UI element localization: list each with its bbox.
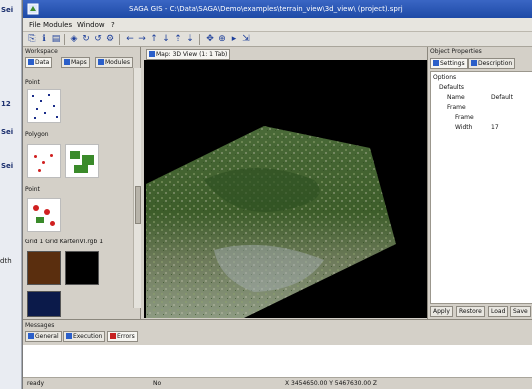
tab-settings[interactable]: Settings [430,58,468,69]
open-icon[interactable]: ⎘ [27,34,37,44]
menu-file[interactable]: File [29,21,41,29]
value-name[interactable]: Default [491,94,513,101]
section-points-2: Point [25,186,40,193]
tree-frame[interactable]: Frame [455,114,474,121]
toolbar: ⎘ ℹ ▤ ◈ ↻ ↺ ⚙ ← → ↑ ↓ ⇡ ⇣ ✥ ⊕ ▸ ⇲ [23,32,532,47]
toolbar-separator [64,34,65,45]
polygon-layer-thumbnail-b[interactable] [65,144,99,178]
toolbar-separator [119,34,120,45]
save-button[interactable]: Save [510,306,531,317]
messages-label: Messages [25,322,55,329]
background-fragment: Sei [1,128,14,136]
background-fragment: Sei [1,162,14,170]
status-bar: ready No X 3454650.00 Y 5467630.00 Z [23,377,532,389]
data-icon [28,59,34,65]
grid-caption: Grid 1 Grid KartenVI.rgb 1 [25,239,104,245]
tab-description[interactable]: Description [468,58,516,69]
terrain-surface[interactable] [144,60,427,318]
error-icon [110,333,116,339]
title-bar[interactable]: SAGA GIS - C:\Data\SAGA\Demo\examples\te… [23,0,532,18]
layer-icon[interactable]: ◈ [69,34,79,44]
menu-bar: File Modules Window ? [23,18,532,32]
execution-icon [66,333,72,339]
arrow-up-icon[interactable]: ↑ [149,34,159,44]
grid-swatch-brown[interactable] [27,251,61,285]
3d-terrain-view[interactable] [144,60,427,318]
workspace-scrollbar[interactable] [133,68,141,308]
scrollbar-thumb[interactable] [135,186,141,224]
tree-width[interactable]: Width [455,124,472,131]
properties-buttons: Apply Restore Load Save [430,306,532,318]
apply-button[interactable]: Apply [430,306,453,317]
general-icon [28,333,34,339]
messages-panel: Messages General Execution Errors [23,319,532,378]
background-width-label: dth [0,257,12,265]
tab-data[interactable]: Data [25,57,53,68]
tree-defaults[interactable]: Defaults [439,84,464,91]
map-icon [149,51,155,57]
redo-icon[interactable]: ↺ [93,34,103,44]
select-icon[interactable]: ⊕ [217,34,227,44]
properties-label: Object Properties [430,48,482,55]
zoom-out-icon[interactable]: ⇣ [185,34,195,44]
saga-main-window: SAGA GIS - C:\Data\SAGA\Demo\examples\te… [22,0,532,389]
tree-frame-group[interactable]: Frame [447,104,466,111]
export-icon[interactable]: ⇲ [241,34,251,44]
restore-button[interactable]: Restore [456,306,485,317]
grid-swatch-black[interactable] [65,251,99,285]
map-tab-bar: Map: 3D View (1: 1 Tab) [142,47,427,60]
module-icon [98,59,104,65]
grid-swatch-navy[interactable] [27,291,61,317]
messages-body[interactable] [23,345,532,378]
table-icon[interactable]: ▤ [51,34,61,44]
background-fragment: 12 [1,100,11,108]
arrow-right-icon[interactable]: → [137,34,147,44]
arrow-down-icon[interactable]: ↓ [161,34,171,44]
app-icon [27,3,39,15]
section-points: Point [25,79,40,86]
object-properties-panel: Object Properties ✕ Settings Description… [427,47,532,319]
info-icon[interactable]: ℹ [39,34,49,44]
menu-window[interactable]: Window [77,21,105,29]
load-button[interactable]: Load [488,306,509,317]
background-fragment: Sei [1,6,14,14]
status-mid: No [153,380,162,387]
settings-icon[interactable]: ⚙ [105,34,115,44]
tree-options[interactable]: Options [433,74,456,81]
polygon-layer-thumbnail-a[interactable] [27,144,61,178]
point-layer-thumbnail-2[interactable] [27,198,61,232]
status-ready: ready [27,380,45,387]
point-layer-thumbnail[interactable] [27,89,61,123]
tab-errors[interactable]: Errors [107,331,138,342]
workspace-label: Workspace [25,48,58,55]
tab-general[interactable]: General [25,331,62,342]
value-width[interactable]: 17 [491,124,499,131]
toolbar-separator [199,34,200,45]
tab-maps[interactable]: Maps [61,57,90,68]
refresh-icon[interactable]: ↻ [81,34,91,44]
map-icon [64,59,70,65]
arrow-left-icon[interactable]: ← [125,34,135,44]
property-grid: Options Defaults Name Default Frame Fram… [430,71,532,304]
description-icon [471,60,477,66]
menu-modules[interactable]: Modules [43,21,72,29]
tab-modules[interactable]: Modules [95,57,133,68]
section-polygons: Polygon [25,131,49,138]
tab-3d-map[interactable]: Map: 3D View (1: 1 Tab) [146,49,231,60]
pan-icon[interactable]: ✥ [205,34,215,44]
background-window: Sei 12 Sei Sei dth [0,0,22,389]
zoom-in-icon[interactable]: ⇡ [173,34,183,44]
tab-execution[interactable]: Execution [63,331,106,342]
status-coordinates: X 3454650.00 Y 5467630.00 Z [285,380,378,387]
workspace-panel: Workspace Data Maps Modules Point Polygo… [23,47,141,319]
settings-icon [433,60,439,66]
menu-help[interactable]: ? [111,21,115,29]
window-title: SAGA GIS - C:\Data\SAGA\Demo\examples\te… [129,5,403,13]
play-icon[interactable]: ▸ [229,34,239,44]
tree-name[interactable]: Name [447,94,465,101]
